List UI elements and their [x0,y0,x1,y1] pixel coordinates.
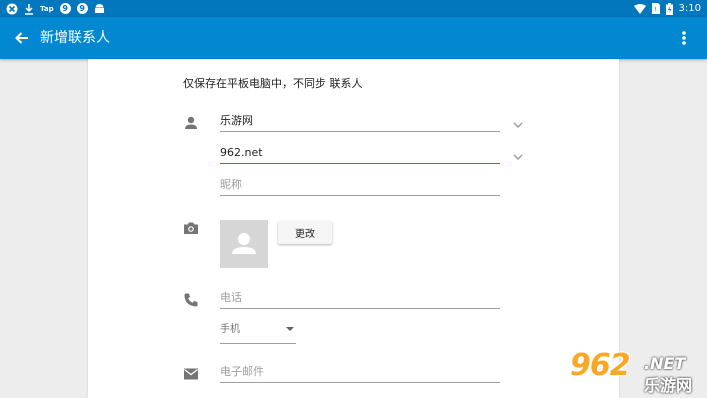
clock: 3:10 [678,3,701,14]
no-sim-icon: ! [651,3,660,15]
email-field[interactable]: 电子邮件 [220,365,500,383]
phone-field[interactable]: 电话 [220,291,500,309]
watermark-logo: 962 .NET 乐游网 [566,348,706,396]
tap-icon: Tap [40,4,54,13]
person-icon [183,115,199,131]
svg-text:!: ! [654,7,656,14]
x-icon [6,3,18,15]
person-placeholder-icon [232,233,256,254]
wifi-icon [633,3,646,15]
battery-icon [665,2,673,15]
organization-field[interactable]: 962.net [220,146,500,164]
download-icon [24,3,34,15]
app-9-icon: 9 [59,3,71,14]
phone-type-select[interactable]: 手机 [220,322,296,344]
app-bar: 新增联系人 [0,17,707,59]
back-arrow-icon[interactable] [12,28,32,48]
more-options-icon[interactable] [676,28,692,48]
watermark-site-name: 乐游网 [644,376,693,395]
change-photo-button[interactable]: 更改 [278,221,332,244]
phone-icon [183,292,199,308]
watermark-number: 962 [570,348,631,383]
dropdown-arrow-icon [286,327,294,331]
contact-photo[interactable] [220,220,268,268]
status-bar: Tap 9 9 ! 3:10 [0,0,707,17]
watermark-net: .NET [644,354,686,373]
chevron-down-icon[interactable] [512,116,524,129]
chevron-down-icon[interactable] [512,148,524,161]
app-9b-icon: 9 [76,3,88,14]
status-icons-left: Tap 9 9 [6,2,105,15]
contact-form-card [88,59,619,398]
camera-icon [183,220,199,236]
status-icons-right: ! 3:10 [633,2,701,15]
account-info-text: 仅保存在平板电脑中，不同步 联系人 [183,77,363,90]
email-icon [183,366,199,382]
nickname-field[interactable]: 昵称 [220,178,500,196]
android-icon [94,3,105,15]
name-field[interactable]: 乐游网 [220,114,500,132]
phone-type-label: 手机 [220,324,240,335]
page-title: 新增联系人 [40,30,110,46]
